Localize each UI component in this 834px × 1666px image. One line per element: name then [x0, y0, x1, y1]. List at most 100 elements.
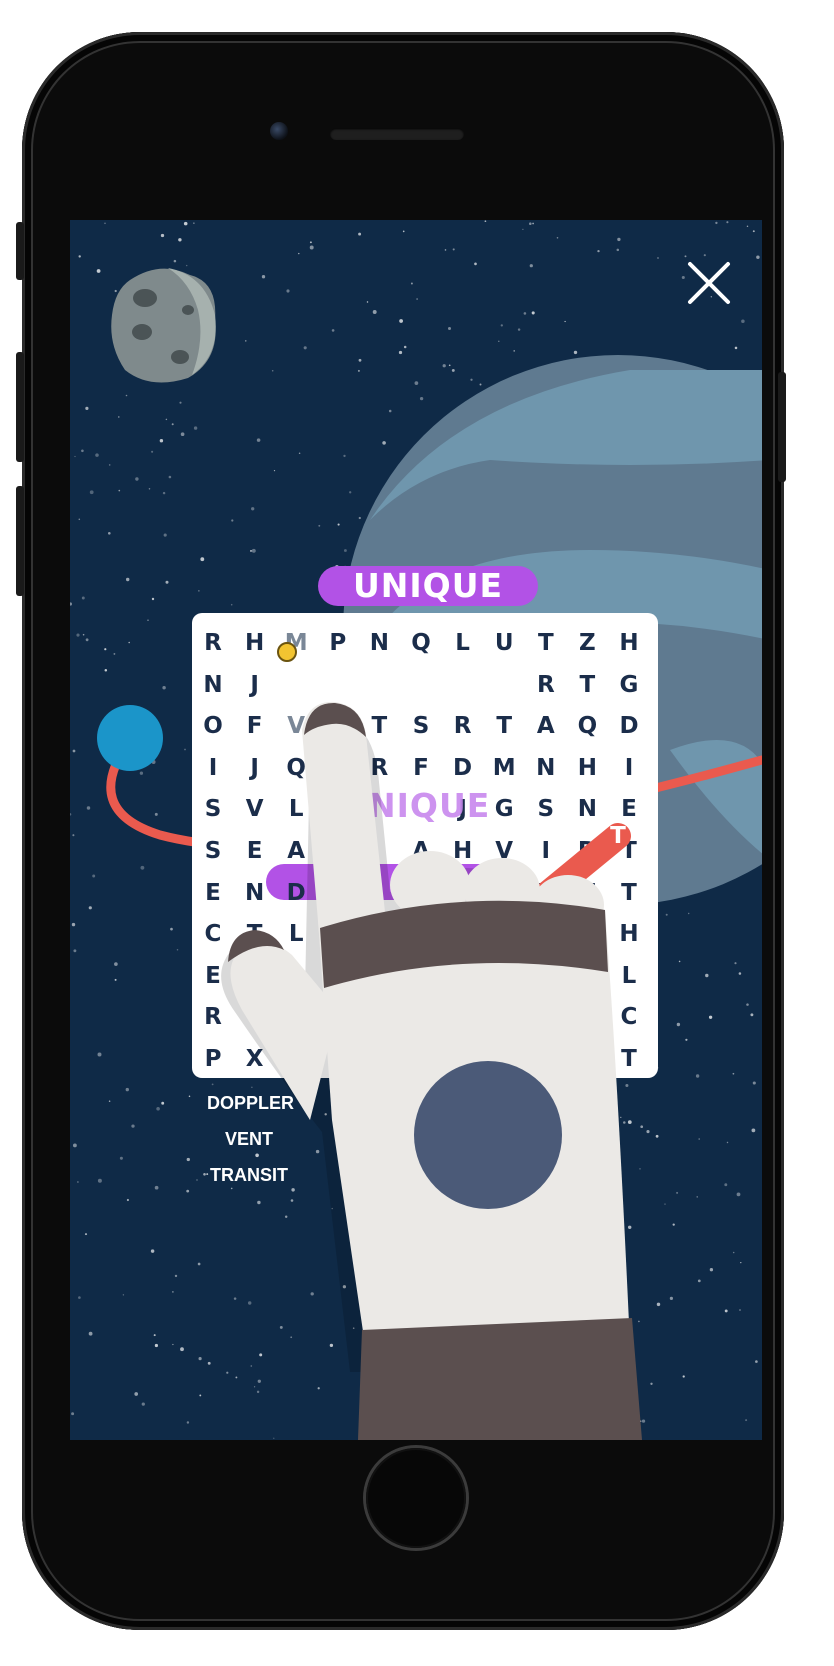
- star: [556, 237, 559, 239]
- star: [162, 491, 166, 495]
- star: [211, 1083, 214, 1086]
- grid-cell[interactable]: E: [276, 665, 316, 705]
- grid-cell[interactable]: P: [193, 1039, 233, 1079]
- grid-cell[interactable]: T: [359, 706, 399, 746]
- grid-cell[interactable]: R: [193, 623, 233, 663]
- grid-cell[interactable]: N: [235, 873, 275, 913]
- grid-cell[interactable]: H: [567, 873, 607, 913]
- grid-cell[interactable]: R: [526, 665, 566, 705]
- star: [176, 949, 179, 951]
- grid-cell[interactable]: S: [193, 789, 233, 829]
- star: [416, 298, 418, 300]
- star: [358, 232, 362, 236]
- star: [317, 1387, 320, 1390]
- grid-cell[interactable]: N: [359, 623, 399, 663]
- grid-cell[interactable]: A: [526, 706, 566, 746]
- star: [256, 1390, 260, 1394]
- grid-cell[interactable]: P: [318, 623, 358, 663]
- grid-cell[interactable]: E: [193, 873, 233, 913]
- grid-cell[interactable]: I: [526, 831, 566, 871]
- grid-cell[interactable]: I: [193, 748, 233, 788]
- star: [255, 1153, 259, 1158]
- grid-cell[interactable]: H: [609, 623, 649, 663]
- grid-cell[interactable]: J: [235, 665, 275, 705]
- grid-cell[interactable]: N: [526, 748, 566, 788]
- grid-cell[interactable]: S: [401, 706, 441, 746]
- star: [162, 685, 166, 690]
- grid-cell[interactable]: U: [484, 665, 524, 705]
- grid-cell[interactable]: Q: [359, 665, 399, 705]
- grid-cell[interactable]: D: [276, 873, 316, 913]
- grid-cell[interactable]: I: [609, 748, 649, 788]
- grid-cell[interactable]: G: [609, 665, 649, 705]
- star: [95, 453, 99, 457]
- grid-cell[interactable]: H: [567, 748, 607, 788]
- home-button[interactable]: [366, 1448, 466, 1548]
- grid-cell[interactable]: D: [609, 706, 649, 746]
- grid-cell[interactable]: T: [526, 873, 566, 913]
- grid-cell[interactable]: L: [609, 956, 649, 996]
- star: [398, 1412, 403, 1417]
- grid-cell[interactable]: V: [276, 706, 316, 746]
- grid-cell[interactable]: J: [235, 748, 275, 788]
- star: [440, 1248, 443, 1251]
- grid-cell[interactable]: H: [609, 914, 649, 954]
- star: [81, 449, 84, 453]
- grid-cell[interactable]: D: [443, 748, 483, 788]
- grid-cell[interactable]: T: [609, 873, 649, 913]
- grid-cell[interactable]: C: [609, 997, 649, 1037]
- grid-cell[interactable]: A: [276, 831, 316, 871]
- grid-cell[interactable]: L: [276, 789, 316, 829]
- star: [408, 1297, 412, 1300]
- grid-cell[interactable]: F: [235, 706, 275, 746]
- star: [617, 237, 621, 242]
- grid-cell[interactable]: I: [401, 665, 441, 705]
- star: [532, 222, 534, 225]
- grid-cell[interactable]: X: [235, 1039, 275, 1079]
- star: [342, 1285, 347, 1289]
- grid-cell[interactable]: R: [443, 706, 483, 746]
- grid-cell[interactable]: T: [609, 1039, 649, 1079]
- star: [126, 1198, 129, 1202]
- grid-cell[interactable]: F: [401, 748, 441, 788]
- grid-cell[interactable]: H: [235, 623, 275, 663]
- grid-cell[interactable]: Q: [567, 706, 607, 746]
- grid-cell[interactable]: Q: [276, 748, 316, 788]
- grid-cell[interactable]: Z: [567, 623, 607, 663]
- star: [602, 1116, 606, 1120]
- star: [81, 596, 85, 600]
- grid-cell[interactable]: L: [276, 914, 316, 954]
- grid-cell[interactable]: S: [526, 789, 566, 829]
- grid-cell[interactable]: N: [443, 665, 483, 705]
- grid-cell[interactable]: E: [193, 956, 233, 996]
- star: [756, 255, 760, 259]
- grid-cell[interactable]: H: [443, 831, 483, 871]
- star: [525, 1389, 530, 1394]
- grid-cell[interactable]: E: [235, 831, 275, 871]
- grid-cell[interactable]: L: [443, 623, 483, 663]
- grid-cell[interactable]: T: [484, 706, 524, 746]
- grid-cell[interactable]: V: [484, 831, 524, 871]
- grid-cell[interactable]: C: [193, 914, 233, 954]
- close-button[interactable]: [682, 256, 736, 310]
- grid-cell[interactable]: A: [401, 831, 441, 871]
- grid-cell[interactable]: O: [193, 706, 233, 746]
- grid-cell[interactable]: U: [484, 623, 524, 663]
- star: [685, 1038, 688, 1041]
- grid-cell[interactable]: Q: [401, 623, 441, 663]
- grid-cell[interactable]: V: [235, 789, 275, 829]
- star: [573, 350, 578, 355]
- grid-cell[interactable]: R: [193, 997, 233, 1037]
- star: [738, 972, 742, 975]
- grid-cell[interactable]: N: [193, 665, 233, 705]
- grid-cell[interactable]: T: [235, 914, 275, 954]
- grid-cell[interactable]: S: [193, 831, 233, 871]
- star: [484, 220, 487, 223]
- grid-cell[interactable]: R: [359, 748, 399, 788]
- grid-cell[interactable]: T: [567, 665, 607, 705]
- grid-cell[interactable]: U: [318, 665, 358, 705]
- star: [739, 1309, 741, 1311]
- grid-cell[interactable]: M: [484, 748, 524, 788]
- star: [186, 1421, 190, 1424]
- grid-cell[interactable]: T: [526, 623, 566, 663]
